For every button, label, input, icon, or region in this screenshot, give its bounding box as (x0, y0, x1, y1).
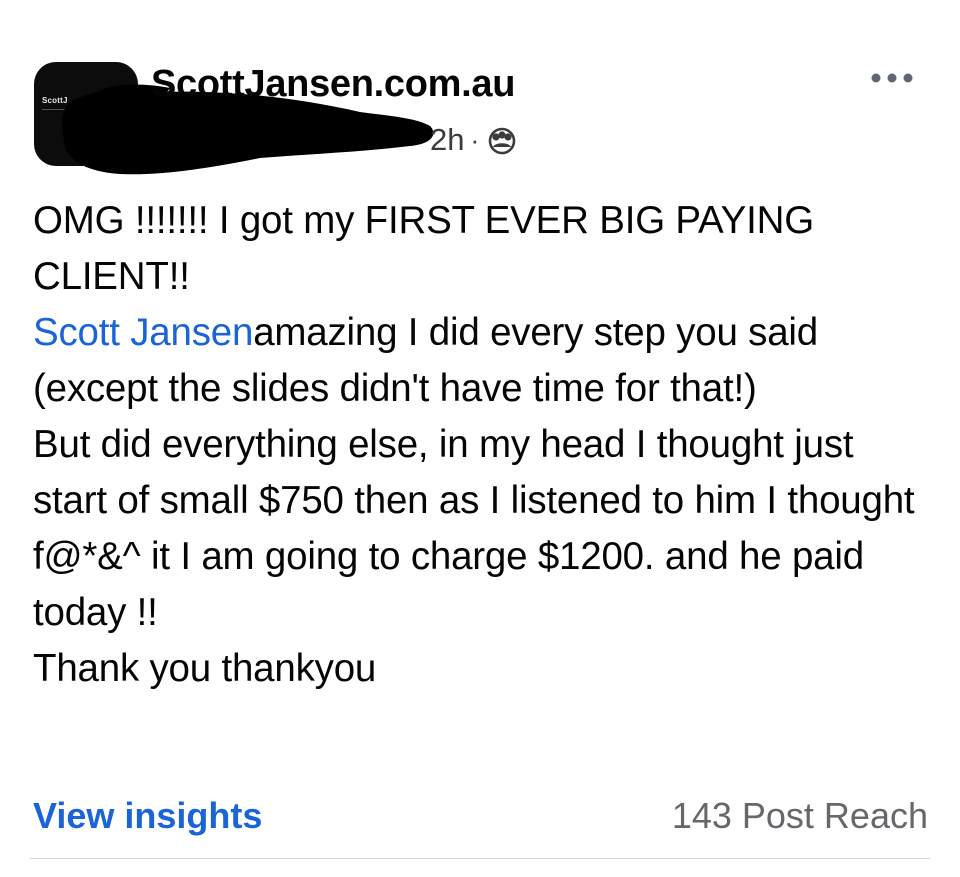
meta-separator: · (470, 124, 480, 155)
more-options-button[interactable] (866, 62, 918, 94)
post-body-line-3: But did everything else, in my head I th… (33, 423, 915, 634)
post-body: OMG !!!!!!! I got my FIRST EVER BIG PAYI… (33, 193, 933, 697)
view-insights-link[interactable]: View insights (33, 792, 262, 840)
post-body-line-4: Thank you thankyou (33, 647, 377, 690)
post-reach-count: 143 Post Reach (671, 795, 928, 836)
post-timestamp[interactable]: 2h (430, 122, 464, 158)
post-meta: 2h · (430, 120, 517, 160)
facebook-post: ScottJ ScottJansen.com.au 2h · OMG !!!!!… (0, 0, 960, 877)
footer-divider (30, 858, 930, 859)
mention-link[interactable]: Scott Jansen (33, 311, 253, 354)
post-body-line-2: Scott Jansenamazing I did every step you… (33, 305, 933, 417)
more-dots-icon (871, 73, 913, 83)
post-body-line-1: OMG !!!!!!! I got my FIRST EVER BIG PAYI… (33, 199, 815, 298)
page-name[interactable]: ScottJansen.com.au (151, 62, 515, 106)
friends-icon[interactable] (487, 125, 517, 155)
